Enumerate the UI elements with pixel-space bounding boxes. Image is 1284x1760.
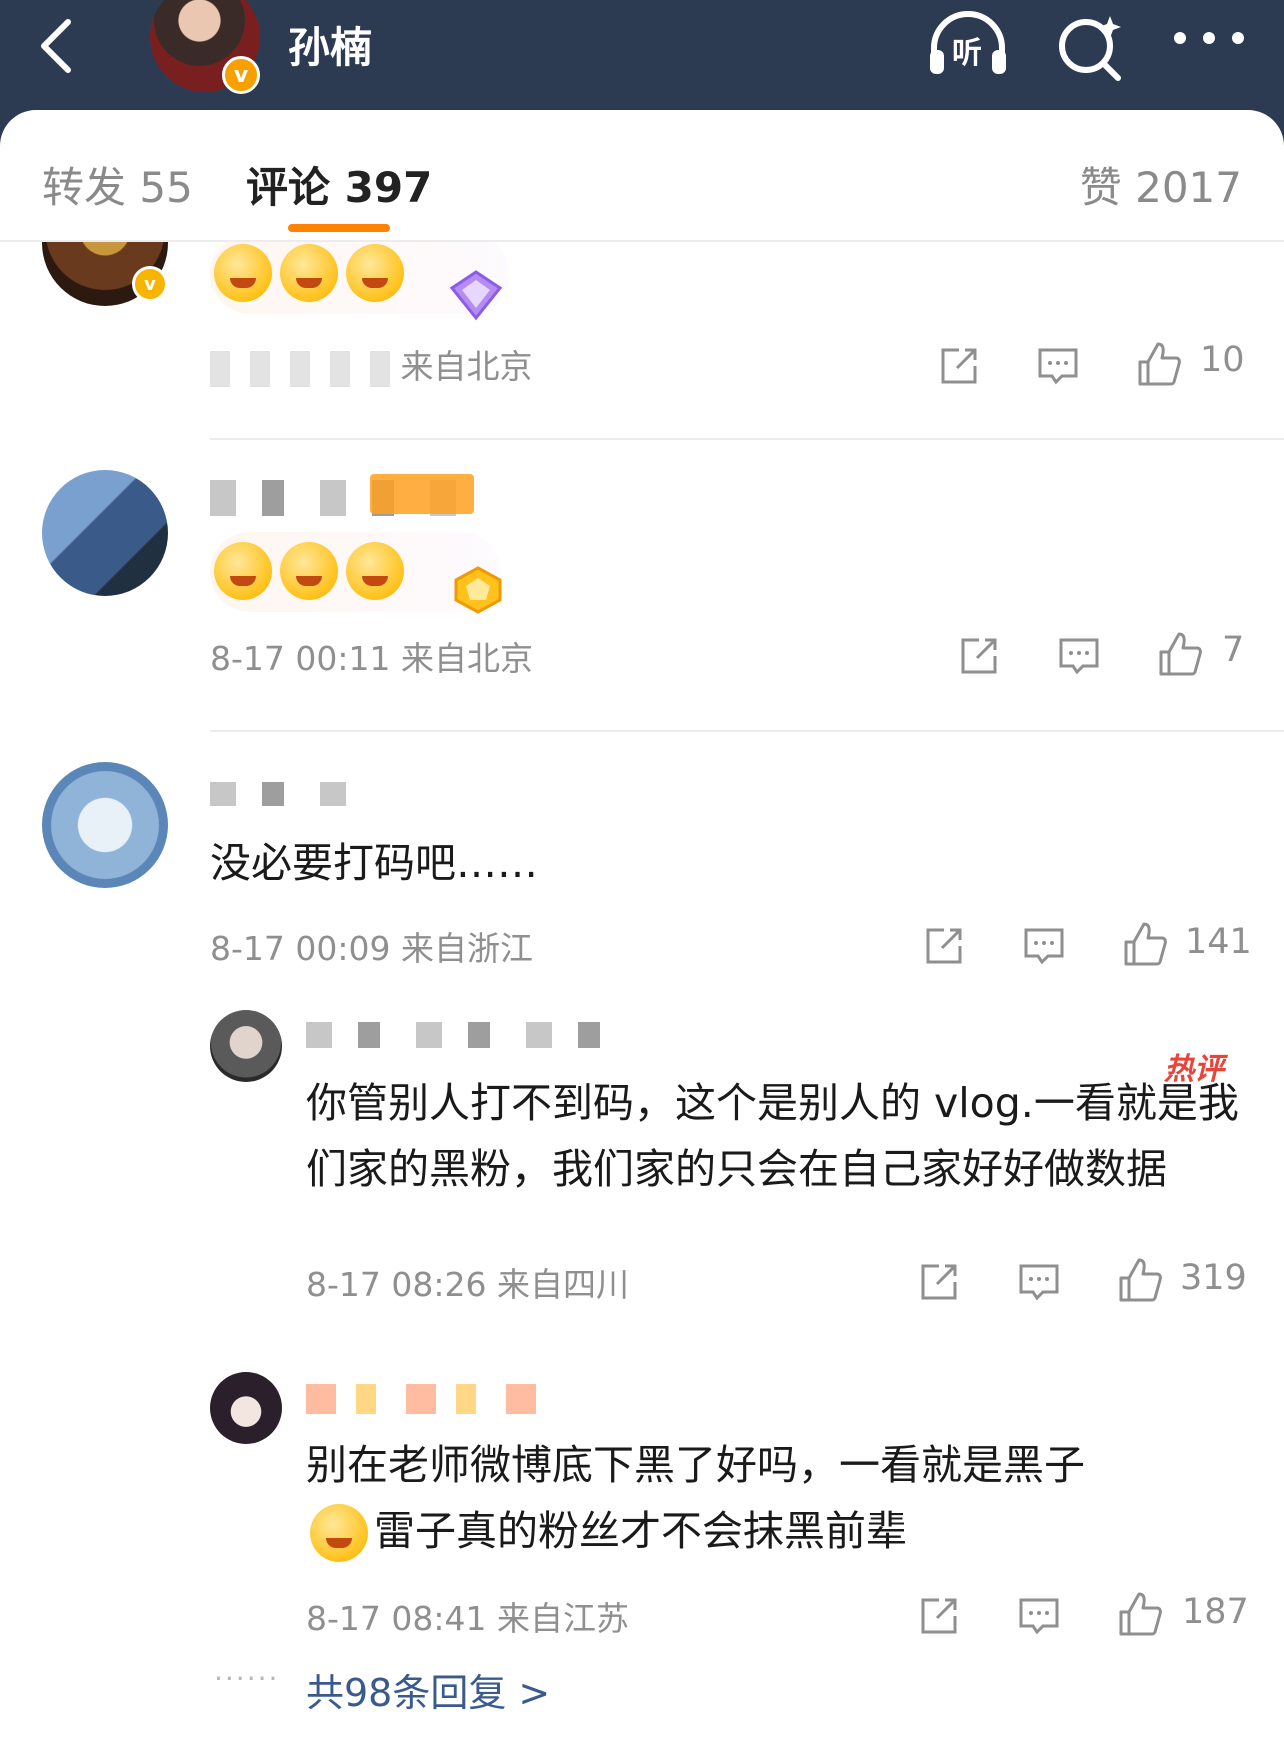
shy-face-emoji — [214, 244, 272, 302]
repost-icon[interactable] — [935, 342, 983, 390]
listen-label: 听 — [952, 36, 982, 71]
avatar[interactable] — [42, 762, 168, 888]
location: 来自江苏 — [497, 1599, 629, 1638]
comment-meta: 8-17 08:26 来自四川 — [306, 1258, 629, 1306]
comment-icon[interactable] — [1034, 342, 1082, 390]
page-title: 孙楠 — [288, 23, 373, 72]
blurred-username — [210, 782, 370, 806]
like-count: 7 — [1222, 630, 1245, 670]
like-count: 187 — [1182, 1592, 1249, 1632]
location: 来自北京 — [400, 347, 533, 386]
more-icon[interactable] — [1172, 18, 1246, 58]
crying-face-emoji — [280, 542, 338, 600]
shy-face-emoji — [280, 244, 338, 302]
flower-face-emoji — [214, 542, 272, 600]
divider — [210, 730, 1284, 732]
tab-active-indicator — [288, 224, 390, 232]
divider — [210, 438, 1284, 440]
comment-meta: 来自北京 — [210, 340, 533, 388]
search-icon[interactable] — [1054, 10, 1126, 82]
more-replies-dots: ······ — [214, 1662, 280, 1695]
comment-list[interactable]: v 来自北京 10 8-17 00:11 来自北京 7 没必要打码吧…… 8-1… — [0, 242, 1284, 1760]
fan-badge — [370, 474, 474, 514]
repost-icon[interactable] — [915, 1258, 963, 1306]
like-count: 319 — [1180, 1258, 1247, 1298]
comment-icon[interactable] — [1015, 1592, 1063, 1640]
avatar[interactable] — [42, 470, 168, 596]
comment-meta: 8-17 08:41 来自江苏 — [306, 1592, 629, 1640]
repost-icon[interactable] — [955, 632, 1003, 680]
timestamp: 8-17 00:09 — [210, 929, 391, 968]
top-bar: v 孙楠 听 — [0, 0, 1284, 120]
verified-badge-icon: v — [132, 266, 168, 302]
verified-badge-icon: v — [222, 56, 260, 94]
listen-button[interactable]: 听 — [926, 10, 1010, 80]
comment-icon[interactable] — [1055, 632, 1103, 680]
tab-reposts[interactable]: 转发 55 — [42, 154, 193, 215]
location: 来自浙江 — [401, 929, 533, 968]
tab-bar: 转发 55 评论 397 赞 2017 — [0, 110, 1284, 240]
comment-icon[interactable] — [1015, 1258, 1063, 1306]
like-icon[interactable] — [1115, 1256, 1163, 1304]
tab-likes[interactable]: 赞 2017 — [1080, 154, 1242, 215]
like-icon[interactable] — [1115, 1590, 1163, 1638]
blurred-username — [306, 1384, 536, 1414]
blurred-timestamp — [210, 350, 390, 387]
back-arrow-icon[interactable] — [30, 14, 90, 74]
more-replies-link[interactable]: 共98条回复 > — [306, 1662, 550, 1717]
comment-icon[interactable] — [1020, 922, 1068, 970]
blurred-username — [306, 1022, 606, 1048]
comment-text: 没必要打码吧…… — [210, 839, 538, 887]
avatar[interactable] — [210, 1372, 282, 1444]
comment-sheet: 转发 55 评论 397 赞 2017 v 来自北京 10 8-17 00:11… — [0, 110, 1284, 1760]
repost-icon[interactable] — [920, 922, 968, 970]
fan-level-gem-icon — [449, 270, 503, 321]
reply-text-line2: 雷子真的粉丝才不会抹黑前辈 — [374, 1507, 907, 1555]
crying-face-emoji — [346, 542, 404, 600]
tab-comments[interactable]: 评论 397 — [246, 154, 432, 215]
like-icon[interactable] — [1134, 340, 1182, 388]
timestamp: 8-17 00:11 — [210, 639, 391, 678]
location: 来自北京 — [401, 639, 533, 678]
shy-face-emoji — [346, 244, 404, 302]
fan-level-gem-icon — [454, 566, 502, 614]
repost-icon[interactable] — [915, 1592, 963, 1640]
comment-meta: 8-17 00:09 来自浙江 — [210, 922, 533, 970]
like-icon[interactable] — [1120, 920, 1168, 968]
sweat-smile-emoji — [310, 1504, 368, 1562]
reply-text: 别在老师微博底下黑了好吗，一看就是黑子 — [306, 1441, 1085, 1489]
avatar[interactable] — [210, 1010, 282, 1082]
like-count: 141 — [1185, 922, 1252, 962]
comment-meta: 8-17 00:11 来自北京 — [210, 632, 533, 680]
like-count: 10 — [1200, 340, 1245, 380]
reply-text: 你管别人打不到码，这个是别人的 vlog.一看就是我们家的黑粉，我们家的只会在自… — [306, 1079, 1239, 1193]
location: 来自四川 — [497, 1265, 629, 1304]
timestamp: 8-17 08:26 — [306, 1265, 487, 1304]
timestamp: 8-17 08:41 — [306, 1599, 487, 1638]
like-icon[interactable] — [1155, 630, 1203, 678]
